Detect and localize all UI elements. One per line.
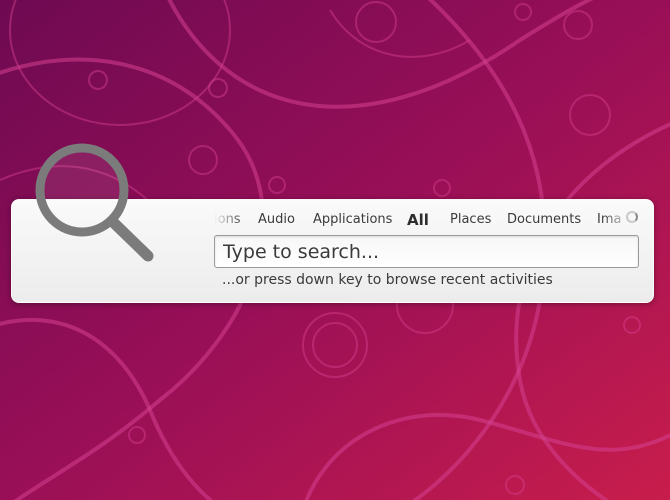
search-hint: ...or press down key to browse recent ac… (222, 272, 553, 288)
tab-all[interactable]: All (407, 206, 429, 232)
tab-places[interactable]: Places (450, 206, 491, 232)
search-input[interactable] (215, 236, 638, 267)
search-box[interactable] (214, 235, 639, 268)
busy-spinner-icon (626, 211, 638, 223)
tab-images[interactable]: Ima (597, 206, 621, 232)
magnifier-icon (35, 143, 154, 262)
tab-applications[interactable]: Applications (313, 206, 392, 232)
tab-audio[interactable]: Audio (258, 206, 295, 232)
tab-conversations[interactable]: ions (214, 206, 241, 232)
tab-documents[interactable]: Documents (507, 206, 581, 232)
lens-tabs: ions Audio Applications All Places Docum… (214, 206, 632, 232)
